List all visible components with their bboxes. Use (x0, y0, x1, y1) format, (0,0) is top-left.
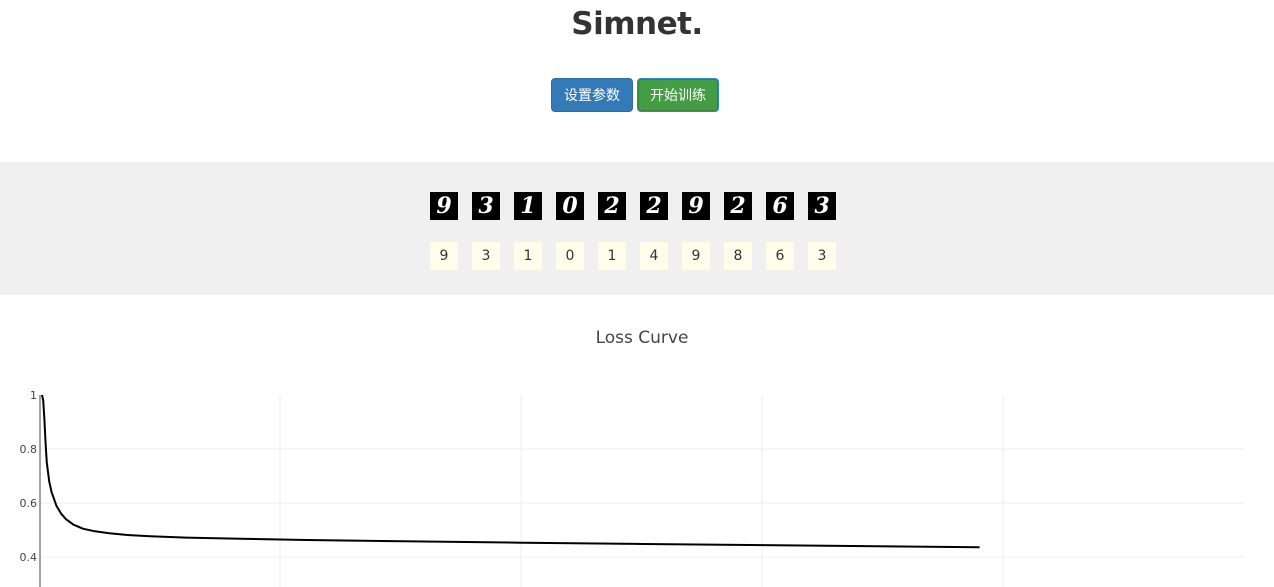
sample-image-6: 9 (682, 192, 710, 220)
loss-curve-chart: 0.4 0.6 0.8 1 (20, 389, 1244, 587)
prediction-label-9: 3 (808, 242, 836, 270)
prediction-label-3: 0 (556, 242, 584, 270)
start-training-button[interactable]: 开始训练 (637, 78, 719, 112)
prediction-label-0: 9 (430, 242, 458, 270)
sample-image-0: 9 (430, 192, 458, 220)
prediction-label-7: 8 (724, 242, 752, 270)
y-tick-label-0: 0.4 (20, 551, 38, 564)
prediction-label-6: 9 (682, 242, 710, 270)
prediction-label-2: 1 (514, 242, 542, 270)
page-title: Simnet. (571, 6, 703, 42)
prediction-label-8: 6 (766, 242, 794, 270)
y-tick-label-1: 0.6 (20, 497, 38, 510)
loss-series-line-0 (41, 394, 980, 549)
y-tick-label-3: 1 (30, 389, 37, 402)
toolbar: 设置参数 开始训练 (551, 78, 719, 112)
sample-image-1: 3 (472, 192, 500, 220)
samples-panel: 9 3 1 0 2 2 9 2 6 3 9 3 1 0 1 4 9 8 6 3 (0, 162, 1274, 295)
sample-image-2: 1 (514, 192, 542, 220)
prediction-label-1: 3 (472, 242, 500, 270)
chart-title: Loss Curve (595, 328, 689, 348)
sample-image-8: 6 (766, 192, 794, 220)
sample-image-9: 3 (808, 192, 836, 220)
sample-image-3: 0 (556, 192, 584, 220)
sample-image-4: 2 (598, 192, 626, 220)
sample-image-5: 2 (640, 192, 668, 220)
prediction-label-4: 1 (598, 242, 626, 270)
sample-image-7: 2 (724, 192, 752, 220)
y-tick-label-2: 0.8 (20, 443, 38, 456)
prediction-label-5: 4 (640, 242, 668, 270)
set-params-button[interactable]: 设置参数 (551, 78, 633, 112)
